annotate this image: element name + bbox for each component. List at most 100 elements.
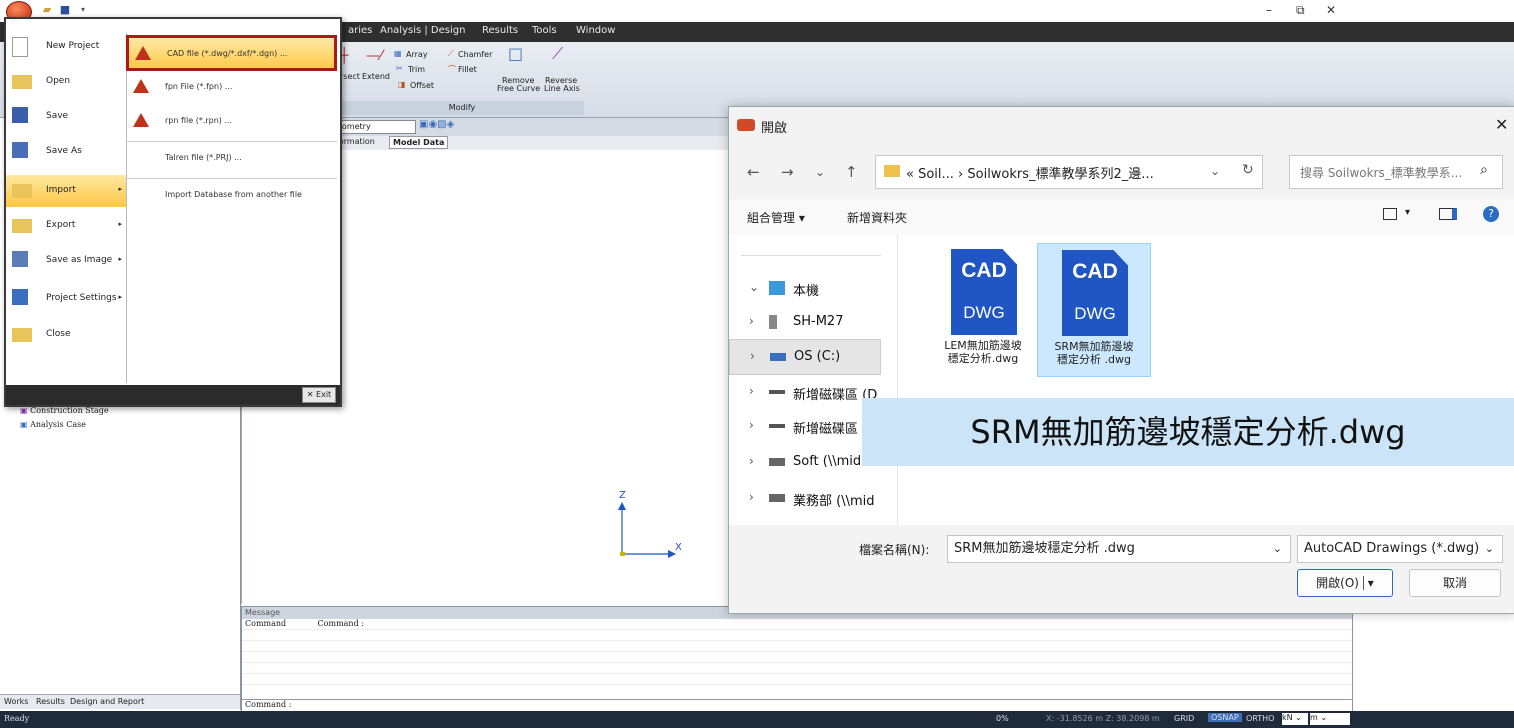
filename-input[interactable]: SRM無加筋邊坡穩定分析 .dwg ⌄ <box>947 535 1291 563</box>
open-options-dropdown-icon[interactable]: ▾ <box>1362 576 1374 590</box>
restore-button[interactable]: ⧉ <box>1296 3 1305 18</box>
expand-chevron-icon[interactable]: › <box>749 454 754 468</box>
filetype-dropdown-icon[interactable]: ⌄ <box>1485 536 1494 562</box>
save-as-image-item[interactable]: Save as Image ▸ <box>6 245 126 277</box>
save-as-item[interactable]: Save As <box>6 136 126 168</box>
view-tool-icons[interactable]: ▣◉▧◈ <box>419 119 454 130</box>
file-item-lem[interactable]: CAD DWG LEM無加筋邊坡 穩定分析.dwg <box>927 243 1039 375</box>
dwg-file-icon: CAD DWG <box>951 249 1017 335</box>
view-dropdown-icon[interactable]: ▾ <box>1405 207 1410 218</box>
expand-chevron-icon[interactable]: › <box>749 384 754 398</box>
tree-node-os-c[interactable]: › OS (C:) <box>729 339 881 375</box>
export-item[interactable]: Export ▸ <box>6 210 126 242</box>
app-logo-icon <box>737 119 755 131</box>
chamfer-icon: ⟋ <box>448 49 454 58</box>
minimize-button[interactable]: – <box>1266 3 1272 17</box>
tree-node-this-pc[interactable]: ⌄ 本機 <box>729 271 897 305</box>
help-icon[interactable]: ? <box>1483 206 1499 222</box>
force-unit-value: kN <box>1282 713 1293 722</box>
force-unit-select[interactable]: kN ⌄ <box>1282 713 1308 725</box>
trim-icon: ✂ <box>396 64 403 73</box>
open-item[interactable]: Open <box>6 66 126 98</box>
address-bar[interactable]: « Soil... › Soilwokrs_標準教學系列2_邊... ⌄ ↻ <box>875 155 1263 189</box>
exit-button[interactable]: ✕ Exit <box>302 387 336 403</box>
expand-chevron-icon[interactable]: › <box>749 490 754 504</box>
expand-chevron-icon[interactable]: ⌄ <box>749 280 759 294</box>
import-cad-file-item[interactable]: CAD file (*.dwg/*.dxf/*.dgn) ... <box>126 35 337 71</box>
up-arrow-icon[interactable]: ↑ <box>845 163 858 181</box>
array-button[interactable]: Array <box>406 50 428 59</box>
save-item[interactable]: Save <box>6 101 126 133</box>
display-combo[interactable]: eometry <box>336 120 416 134</box>
menu-label: Close <box>46 329 71 339</box>
open-button[interactable]: 開啟(O) ▾ <box>1297 569 1393 597</box>
tab-model-data[interactable]: Model Data <box>389 136 449 149</box>
tab-tools[interactable]: Tools <box>532 25 557 36</box>
open-folder-icon[interactable]: ▰ <box>40 3 54 17</box>
recent-chevron-icon[interactable]: ⌄ <box>815 165 825 179</box>
view-mode-icon[interactable] <box>1383 208 1397 220</box>
tree-node-label: 本機 <box>793 284 820 299</box>
extend-icon: —⁄ <box>366 48 383 64</box>
extend-button[interactable]: Extend <box>362 72 390 81</box>
close-window-button[interactable]: ✕ <box>1326 3 1336 17</box>
intersect-button[interactable]: rsect <box>340 72 360 81</box>
grid-toggle[interactable]: GRID <box>1174 714 1194 723</box>
bottom-tab-bar: Works Results Design and Report <box>0 694 240 709</box>
fillet-button[interactable]: Fillet <box>458 65 477 74</box>
quick-access-dropdown-icon[interactable]: ▾ <box>76 3 90 17</box>
tab-analysis-design[interactable]: Analysis | Design <box>380 25 465 36</box>
tree-node-label: SH-M27 <box>793 314 844 329</box>
expand-chevron-icon[interactable]: › <box>750 349 755 363</box>
tree-node-label: OS (C:) <box>794 349 841 364</box>
tree-item-analysis-case[interactable]: ▣ Analysis Case <box>20 420 86 429</box>
close-icon[interactable]: ✕ <box>1495 115 1508 134</box>
fillet-icon: ⌒ <box>448 65 456 74</box>
offset-button[interactable]: Offset <box>410 81 434 90</box>
search-input[interactable]: 搜尋 Soilwokrs_標準教學系... ⌕ <box>1289 155 1503 189</box>
address-dropdown-icon[interactable]: ⌄ <box>1210 164 1220 178</box>
import-talren-file-item[interactable]: Talren file (*.PRJ) ... <box>127 141 337 174</box>
ortho-toggle[interactable]: ORTHO <box>1246 714 1274 723</box>
expand-chevron-icon[interactable]: › <box>749 314 754 328</box>
back-arrow-icon[interactable]: ← <box>747 163 760 181</box>
import-rpn-file-item[interactable]: rpn file (*.rpn) ... <box>127 105 337 137</box>
close-item[interactable]: Close <box>6 319 126 351</box>
tree-node-business[interactable]: › 業務部 (\\mid <box>729 481 897 515</box>
tree-node-sh-m27[interactable]: › SH-M27 <box>729 305 897 339</box>
organize-menu[interactable]: 組合管理 ▾ <box>747 209 805 226</box>
save-icon[interactable]: ■ <box>58 3 72 17</box>
forward-arrow-icon[interactable]: → <box>781 163 794 181</box>
tree-node-label: Soft (\\mid <box>793 454 862 469</box>
cancel-button[interactable]: 取消 <box>1409 569 1501 597</box>
file-menu-footer: ✕ Exit <box>6 385 340 405</box>
tab-window[interactable]: Window <box>576 25 615 36</box>
file-item-srm[interactable]: CAD DWG SRM無加筋邊坡 穩定分析 .dwg <box>1037 243 1151 377</box>
command-input-label: Command : <box>245 700 292 709</box>
expand-chevron-icon[interactable]: › <box>749 418 754 432</box>
tree-item-construction-stage[interactable]: ▣ Construction Stage <box>20 406 109 415</box>
import-item[interactable]: Import ▸ <box>6 175 126 207</box>
refresh-icon[interactable]: ↻ <box>1242 162 1254 178</box>
command-input[interactable]: Command : <box>242 699 1353 711</box>
tab-results[interactable]: Results <box>482 25 518 36</box>
new-folder-button[interactable]: 新增資料夾 <box>847 209 907 226</box>
tab-boundaries[interactable]: aries <box>348 25 372 36</box>
tab-design-report[interactable]: Design and Report <box>70 697 144 706</box>
length-unit-select[interactable]: m ⌄ <box>1310 713 1350 725</box>
chamfer-button[interactable]: Chamfer <box>458 50 492 59</box>
file-list: CAD DWG LEM無加筋邊坡 穩定分析.dwg CAD DWG SRM無加筋邊坡穩… <box>899 235 1514 525</box>
filetype-select[interactable]: AutoCAD Drawings (*.dwg) ⌄ <box>1297 535 1503 563</box>
tab-works[interactable]: Works <box>4 697 28 706</box>
import-fpn-file-item[interactable]: fpn File (*.fpn) ... <box>127 71 337 103</box>
import-database-item[interactable]: Import Database from another file <box>127 178 337 211</box>
tab-results-panel[interactable]: Results <box>36 697 65 706</box>
trim-button[interactable]: Trim <box>408 65 425 74</box>
new-project-item[interactable]: New Project <box>6 31 126 63</box>
filename-dropdown-icon[interactable]: ⌄ <box>1273 536 1282 562</box>
message-header-row: Command Command : <box>242 619 1352 630</box>
search-icon[interactable]: ⌕ <box>1480 162 1488 178</box>
osnap-toggle[interactable]: OSNAP <box>1208 713 1242 722</box>
project-settings-item[interactable]: Project Settings ▸ <box>6 283 126 315</box>
preview-pane-icon[interactable] <box>1439 208 1457 220</box>
